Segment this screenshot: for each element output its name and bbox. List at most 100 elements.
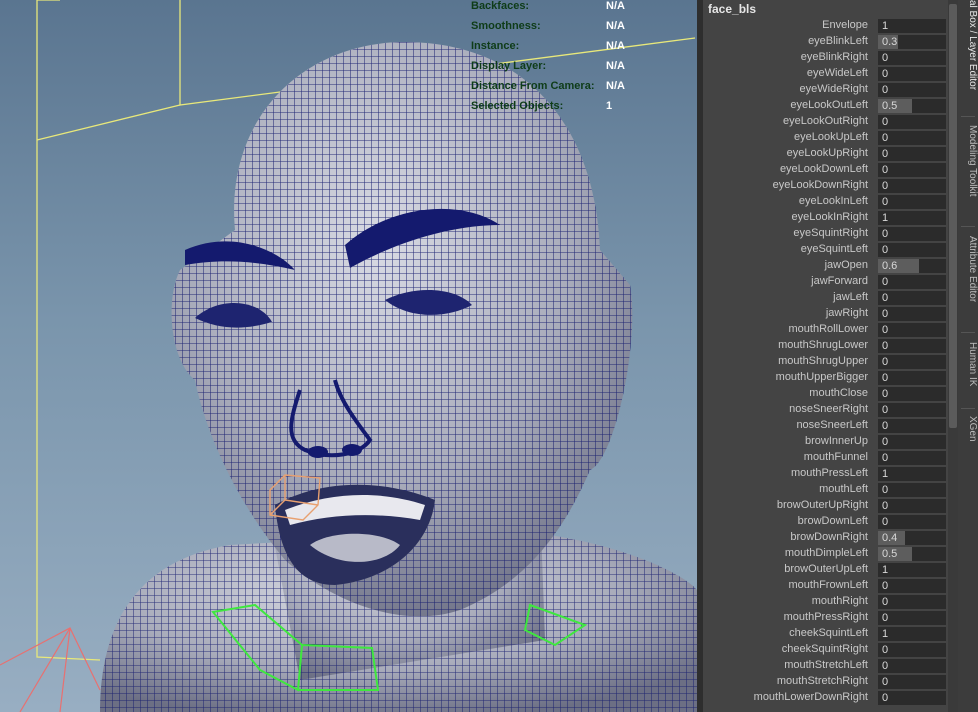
attribute-label[interactable]: eyeBlinkLeft — [808, 35, 868, 47]
attribute-value-field[interactable]: 0 — [878, 147, 946, 161]
attribute-value-field[interactable]: 0 — [878, 83, 946, 97]
attribute-value-field[interactable]: 0 — [878, 483, 946, 497]
attribute-label[interactable]: mouthStretchLeft — [784, 659, 868, 671]
tab-human-ik[interactable]: Human IK — [958, 342, 978, 404]
attribute-label[interactable]: jawLeft — [833, 291, 868, 303]
attribute-value-field[interactable]: 0 — [878, 435, 946, 449]
attribute-value-field[interactable]: 0 — [878, 115, 946, 129]
attribute-value-field[interactable]: 1 — [878, 19, 946, 33]
attribute-row[interactable]: eyeLookOutRight 0 — [703, 114, 948, 130]
attribute-value-field[interactable]: 0 — [878, 387, 946, 401]
attribute-row[interactable]: eyeLookInLeft 0 — [703, 194, 948, 210]
attribute-row[interactable]: eyeWideRight 0 — [703, 82, 948, 98]
attribute-label[interactable]: eyeBlinkRight — [801, 51, 868, 63]
attribute-row[interactable]: mouthFunnel 0 — [703, 450, 948, 466]
tab-xgen[interactable]: XGen — [958, 416, 978, 456]
attribute-value-field[interactable]: 0 — [878, 227, 946, 241]
attribute-value-field[interactable]: 0 — [878, 131, 946, 145]
attribute-row[interactable]: eyeLookOutLeft 0.5 — [703, 98, 948, 114]
attribute-label[interactable]: jawForward — [811, 275, 868, 287]
attribute-value-field[interactable]: 0 — [878, 371, 946, 385]
attribute-label[interactable]: eyeLookUpLeft — [794, 131, 868, 143]
attribute-row[interactable]: mouthClose 0 — [703, 386, 948, 402]
attribute-value-field[interactable]: 0.3 — [878, 35, 946, 49]
attribute-row[interactable]: eyeSquintLeft 0 — [703, 242, 948, 258]
attribute-value-field[interactable]: 0 — [878, 339, 946, 353]
attribute-label[interactable]: mouthUpperBigger — [776, 371, 868, 383]
attribute-row[interactable]: noseSneerRight 0 — [703, 402, 948, 418]
tab-channel-box-layer-editor[interactable]: al Box / Layer Editor — [958, 0, 978, 112]
attribute-value-field[interactable]: 0 — [878, 291, 946, 305]
attribute-row[interactable]: mouthDimpleLeft 0.5 — [703, 546, 948, 562]
attribute-label[interactable]: noseSneerRight — [789, 403, 868, 415]
attribute-row[interactable]: browInnerUp 0 — [703, 434, 948, 450]
attribute-value-field[interactable]: 0 — [878, 643, 946, 657]
attribute-value-field[interactable]: 0.4 — [878, 531, 946, 545]
attribute-label[interactable]: eyeSquintRight — [793, 227, 868, 239]
attribute-label[interactable]: noseSneerLeft — [796, 419, 868, 431]
attribute-row[interactable]: jawLeft 0 — [703, 290, 948, 306]
attribute-label[interactable]: browOuterUpRight — [777, 499, 868, 511]
attribute-value-field[interactable]: 0 — [878, 403, 946, 417]
attribute-label[interactable]: eyeLookUpRight — [787, 147, 868, 159]
attribute-row[interactable]: cheekSquintLeft 1 — [703, 626, 948, 642]
attribute-row[interactable]: eyeLookDownLeft 0 — [703, 162, 948, 178]
attribute-value-field[interactable]: 0 — [878, 579, 946, 593]
attribute-label[interactable]: mouthStretchRight — [777, 675, 868, 687]
attribute-row[interactable]: browDownLeft 0 — [703, 514, 948, 530]
attribute-row[interactable]: browDownRight 0.4 — [703, 530, 948, 546]
attribute-value-field[interactable]: 0 — [878, 451, 946, 465]
attribute-value-field[interactable]: 1 — [878, 627, 946, 641]
attribute-row[interactable]: mouthUpperBigger 0 — [703, 370, 948, 386]
attribute-label[interactable]: mouthRollLower — [789, 323, 868, 335]
attribute-row[interactable]: Envelope 1 — [703, 18, 948, 34]
attribute-label[interactable]: mouthPressLeft — [791, 467, 868, 479]
attribute-value-field[interactable]: 0 — [878, 659, 946, 673]
attribute-row[interactable]: eyeLookDownRight 0 — [703, 178, 948, 194]
attribute-row[interactable]: eyeLookInRight 1 — [703, 210, 948, 226]
attribute-label[interactable]: cheekSquintRight — [782, 643, 868, 655]
attribute-label[interactable]: mouthRight — [812, 595, 868, 607]
tab-modeling-toolkit[interactable]: Modeling Toolkit — [958, 125, 978, 220]
attribute-row[interactable]: mouthShrugUpper 0 — [703, 354, 948, 370]
attribute-label[interactable]: eyeLookInRight — [792, 211, 868, 223]
attribute-value-field[interactable]: 0 — [878, 179, 946, 193]
attribute-row[interactable]: jawRight 0 — [703, 306, 948, 322]
attribute-row[interactable]: noseSneerLeft 0 — [703, 418, 948, 434]
attribute-value-field[interactable]: 1 — [878, 563, 946, 577]
attribute-value-field[interactable]: 0 — [878, 51, 946, 65]
viewport-3d[interactable]: Backfaces: N/A Smoothness: N/A Instance:… — [0, 0, 697, 712]
attribute-label[interactable]: jawOpen — [825, 259, 868, 271]
attribute-value-field[interactable]: 0 — [878, 419, 946, 433]
attribute-row[interactable]: mouthPressRight 0 — [703, 610, 948, 626]
attribute-value-field[interactable]: 0.5 — [878, 547, 946, 561]
attribute-value-field[interactable]: 0 — [878, 355, 946, 369]
attribute-value-field[interactable]: 0 — [878, 595, 946, 609]
attribute-value-field[interactable]: 1 — [878, 211, 946, 225]
attribute-value-field[interactable]: 0 — [878, 195, 946, 209]
attribute-label[interactable]: browInnerUp — [805, 435, 868, 447]
attribute-value-field[interactable]: 0.5 — [878, 99, 946, 113]
attribute-value-field[interactable]: 0 — [878, 675, 946, 689]
attribute-value-field[interactable]: 0 — [878, 67, 946, 81]
attribute-value-field[interactable]: 0 — [878, 611, 946, 625]
attribute-label[interactable]: eyeLookOutLeft — [790, 99, 868, 111]
attribute-row[interactable]: mouthRollLower 0 — [703, 322, 948, 338]
attribute-row[interactable]: mouthStretchRight 0 — [703, 674, 948, 690]
attribute-row[interactable]: eyeBlinkRight 0 — [703, 50, 948, 66]
attribute-value-field[interactable]: 0 — [878, 691, 946, 705]
attribute-row[interactable]: browOuterUpLeft 1 — [703, 562, 948, 578]
attribute-row[interactable]: jawOpen 0.6 — [703, 258, 948, 274]
attribute-row[interactable]: eyeSquintRight 0 — [703, 226, 948, 242]
attribute-value-field[interactable]: 0.6 — [878, 259, 946, 273]
attribute-label[interactable]: mouthLowerDownRight — [754, 691, 868, 703]
attribute-value-field[interactable]: 1 — [878, 467, 946, 481]
attribute-label[interactable]: mouthLeft — [819, 483, 868, 495]
attribute-row[interactable]: jawForward 0 — [703, 274, 948, 290]
attribute-row[interactable]: mouthStretchLeft 0 — [703, 658, 948, 674]
attribute-value-field[interactable]: 0 — [878, 499, 946, 513]
attribute-label[interactable]: Envelope — [822, 19, 868, 31]
attribute-label[interactable]: eyeWideLeft — [807, 67, 868, 79]
attribute-label[interactable]: mouthDimpleLeft — [785, 547, 868, 559]
attribute-row[interactable]: eyeLookUpRight 0 — [703, 146, 948, 162]
